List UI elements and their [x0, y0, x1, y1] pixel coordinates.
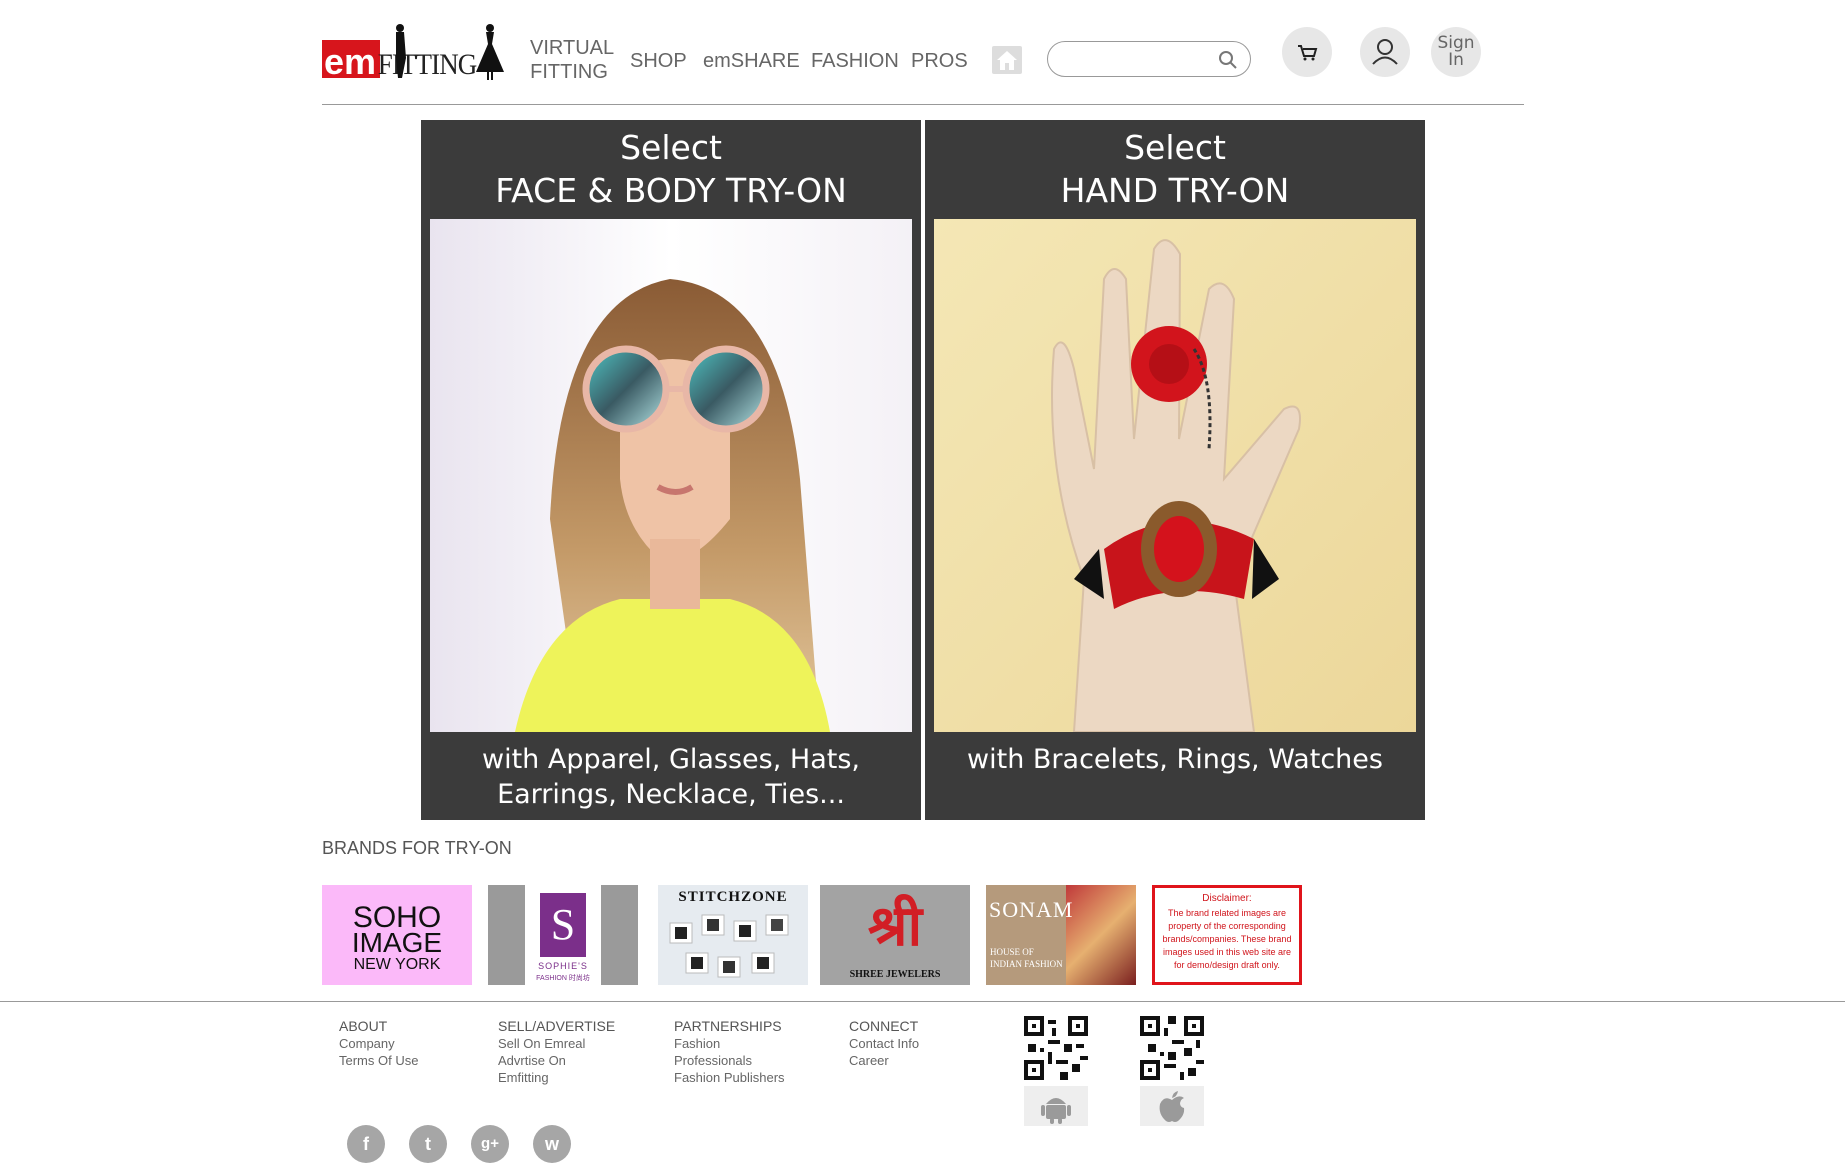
search-icon[interactable] — [1218, 50, 1238, 70]
footer-partnerships: PARTNERSHIPS Fashion Professionals Fashi… — [674, 1018, 785, 1086]
panel-title-line1: Select — [1124, 128, 1226, 167]
panel-title-line1: Select — [620, 128, 722, 167]
ios-qr-code[interactable] — [1140, 1016, 1204, 1080]
cart-button[interactable] — [1282, 27, 1332, 77]
brand-text: STITCHZONE — [678, 889, 788, 905]
footer-link-contact[interactable]: Contact Info — [849, 1035, 919, 1052]
model-sunglasses-image[interactable] — [430, 219, 912, 732]
user-icon — [1372, 39, 1398, 65]
header-divider — [322, 104, 1524, 105]
panel-title-line2: HAND TRY-ON — [1060, 171, 1290, 210]
face-body-tryon-panel[interactable]: Select FACE & BODY TRY-ON with Apparel, … — [421, 120, 921, 820]
brand-text: SOPHIE'S — [538, 961, 588, 971]
brand-text: SONAM — [989, 897, 1074, 922]
disclaimer-title: Disclaimer: — [1202, 893, 1252, 904]
footer-link-sell[interactable]: Sell On Emreal — [498, 1035, 615, 1052]
brands-title: BRANDS FOR TRY-ON — [322, 838, 512, 858]
android-icon — [1041, 1098, 1071, 1124]
footer-link-company[interactable]: Company — [339, 1035, 418, 1052]
logo-em-text: em — [324, 41, 376, 82]
panel-caption-line1: with Bracelets, Rings, Watches — [967, 744, 1383, 775]
twitter-icon[interactable]: t — [409, 1125, 447, 1163]
wechat-icon[interactable]: w — [533, 1125, 571, 1163]
footer-link-career[interactable]: Career — [849, 1052, 919, 1069]
nav-pros[interactable]: PROS — [911, 49, 968, 73]
nav-shop[interactable]: SHOP — [630, 49, 687, 73]
ios-download-button[interactable] — [1140, 1086, 1204, 1126]
search-box[interactable] — [1047, 41, 1251, 77]
brand-soho-image[interactable]: SOHO IMAGE NEW YORK — [322, 885, 472, 985]
apple-icon — [1159, 1091, 1185, 1122]
footer-link-publishers[interactable]: Fashion Publishers — [674, 1069, 785, 1086]
brand-text: IMAGE — [351, 927, 443, 958]
brand-disclaimer: Disclaimer: The brand related images are… — [1152, 885, 1302, 985]
brand-sophies[interactable]: S SOPHIE'S FASHION 时尚坊 — [488, 885, 638, 985]
footer-heading: PARTNERSHIPS — [674, 1018, 782, 1034]
footer-link-professionals[interactable]: Professionals — [674, 1052, 785, 1069]
android-download-button[interactable] — [1024, 1086, 1088, 1126]
brand-text: INDIAN FASHION — [990, 959, 1063, 969]
brand-stitchzone[interactable]: STITCHZONE — [658, 885, 808, 985]
footer-link-terms[interactable]: Terms Of Use — [339, 1052, 418, 1069]
brand-sonam[interactable]: SONAM HOUSE OF INDIAN FASHION — [986, 885, 1136, 985]
nav-emshare[interactable]: emSHARE — [703, 49, 800, 73]
brand-text: श्री — [867, 894, 923, 957]
sign-in-button[interactable]: Sign In — [1431, 27, 1481, 77]
home-icon[interactable] — [992, 46, 1022, 74]
footer-sell: SELL/ADVERTISE Sell On Emreal Advrtise O… — [498, 1018, 615, 1086]
footer-link-advertise-cont[interactable]: Emfitting — [498, 1069, 615, 1086]
brand-text: HOUSE OF — [990, 947, 1034, 957]
brand-text: NEW YORK — [353, 956, 441, 973]
footer-connect: CONNECT Contact Info Career — [849, 1018, 919, 1069]
footer-link-advertise[interactable]: Advrtise On — [498, 1052, 615, 1069]
footer-heading: ABOUT — [339, 1018, 388, 1034]
nav-fashion[interactable]: FASHION — [811, 49, 899, 73]
brand-shree-jewelers[interactable]: श्री SHREE JEWELERS — [820, 885, 970, 985]
panel-title-line2: FACE & BODY TRY-ON — [495, 171, 847, 210]
footer-heading: CONNECT — [849, 1018, 919, 1034]
logo-fitting-text: FITTING — [378, 49, 477, 82]
footer-link-fashion[interactable]: Fashion — [674, 1035, 785, 1052]
search-input[interactable] — [1062, 49, 1216, 71]
panel-caption-line1: with Apparel, Glasses, Hats, — [482, 744, 860, 775]
facebook-icon[interactable]: f — [347, 1125, 385, 1163]
disclaimer-text: The brand related images are property of… — [1162, 908, 1292, 970]
footer-divider — [0, 1001, 1845, 1002]
footer-heading: SELL/ADVERTISE — [498, 1018, 616, 1034]
brand-text: FASHION 时尚坊 — [536, 975, 590, 982]
android-qr-code[interactable] — [1024, 1016, 1088, 1080]
account-button[interactable] — [1360, 27, 1410, 77]
google-plus-icon[interactable]: g+ — [471, 1125, 509, 1163]
cart-icon — [1298, 45, 1318, 61]
hand-tryon-panel[interactable]: Select HAND TRY-ON with Bracelets, Rings… — [925, 120, 1425, 820]
panel-caption-line2: Earrings, Necklace, Ties... — [497, 779, 845, 810]
brand-text: S — [540, 893, 586, 957]
hand-bracelet-image[interactable] — [934, 219, 1416, 732]
footer-about: ABOUT Company Terms Of Use — [339, 1018, 418, 1069]
nav-virtual-fitting[interactable]: VIRTUAL FITTING — [530, 36, 614, 84]
emfitting-logo[interactable]: em FITTING — [322, 22, 504, 82]
brand-text: SHREE JEWELERS — [849, 969, 941, 980]
